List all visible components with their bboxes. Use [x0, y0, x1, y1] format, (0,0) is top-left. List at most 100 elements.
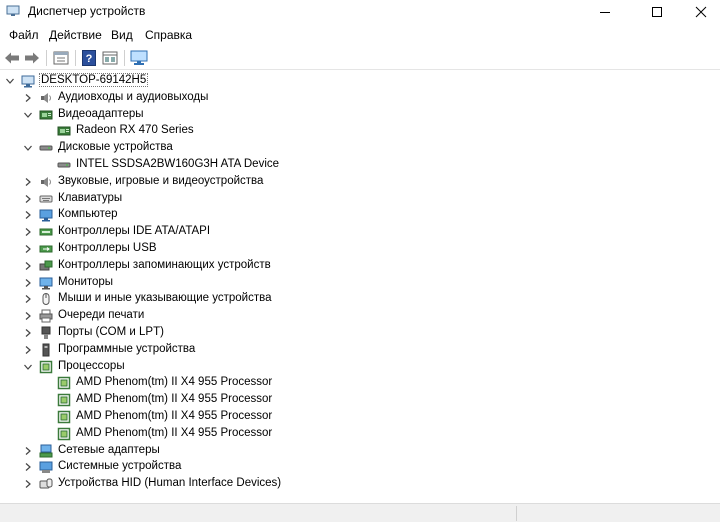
disk-drive-icon	[57, 162, 71, 168]
chevron-right-icon[interactable]	[22, 344, 34, 356]
system-device-icon	[39, 461, 53, 474]
maximize-button[interactable]	[634, 0, 680, 24]
tree-category[interactable]: Компьютер	[0, 207, 720, 224]
back-button[interactable]	[3, 49, 21, 67]
tree-category[interactable]: Мониторы	[0, 275, 720, 292]
properties-button[interactable]	[52, 49, 70, 67]
tree-device-label: INTEL SSDSA2BW160G3H ATA Device	[76, 158, 280, 170]
tree-device[interactable]: INTEL SSDSA2BW160G3H ATA Device	[0, 157, 720, 174]
tree-category[interactable]: Видеоадаптеры	[0, 107, 720, 124]
tree-category[interactable]: Системные устройства	[0, 459, 720, 476]
display-adapter-icon	[57, 126, 71, 136]
tree-device-label: AMD Phenom(tm) II X4 955 Processor	[76, 426, 273, 439]
tree-category[interactable]: Порты (COM и LPT)	[0, 325, 720, 342]
back-arrow-icon	[5, 52, 19, 64]
chevron-right-icon[interactable]	[22, 226, 34, 238]
chevron-down-icon[interactable]	[22, 142, 34, 154]
forward-button[interactable]	[23, 49, 41, 67]
chevron-right-icon[interactable]	[22, 461, 34, 473]
tree-category-label: Клавиатуры	[58, 191, 123, 204]
help-button[interactable]: ?	[80, 49, 98, 67]
tree-category[interactable]: Клавиатуры	[0, 191, 720, 208]
tree-category[interactable]: Очереди печати	[0, 308, 720, 325]
tree-category[interactable]: Мыши и иные указывающие устройства	[0, 291, 720, 308]
tree-device[interactable]: AMD Phenom(tm) II X4 955 Processor	[0, 426, 720, 443]
tree-device[interactable]: AMD Phenom(tm) II X4 955 Processor	[0, 375, 720, 392]
tree-category-label: Процессоры	[58, 359, 125, 372]
processor-icon	[57, 427, 71, 441]
tree-device-label: AMD Phenom(tm) II X4 955 Processor	[76, 393, 273, 406]
chevron-right-icon[interactable]	[22, 293, 34, 305]
keyboard-icon	[39, 195, 53, 203]
menu-help[interactable]: Справка	[145, 28, 192, 42]
chevron-down-icon[interactable]	[22, 109, 34, 121]
tree-category[interactable]: Сетевые адаптеры	[0, 443, 720, 460]
tree-device-label: AMD Phenom(tm) II X4 955 Processor	[76, 410, 273, 422]
menu-view[interactable]: Вид	[111, 28, 133, 42]
tree-root[interactable]: DESKTOP-69142H5	[0, 73, 720, 90]
chevron-right-icon[interactable]	[22, 310, 34, 322]
toolbar-separator	[124, 50, 125, 66]
tree-device[interactable]: AMD Phenom(tm) II X4 955 Processor	[0, 409, 720, 426]
tree-root-label: DESKTOP-69142H5	[38, 73, 149, 87]
network-adapter-icon	[39, 444, 53, 458]
tree-category-label: Компьютер	[58, 208, 118, 221]
chevron-right-icon[interactable]	[22, 277, 34, 289]
toolbar-separator	[46, 50, 47, 66]
tree-category[interactable]: Дисковые устройства	[0, 140, 720, 157]
printer-icon	[39, 309, 53, 323]
view-button[interactable]	[101, 49, 119, 67]
tree-category-label: Контроллеры IDE ATA/ATAPI	[58, 225, 211, 238]
processor-icon	[57, 377, 71, 390]
minimize-icon	[600, 12, 610, 13]
tree-category-label: Контроллеры USB	[58, 242, 157, 254]
menu-action[interactable]: Действие	[49, 28, 102, 42]
tree-category-label: Порты (COM и LPT)	[58, 326, 164, 338]
speaker-icon	[41, 92, 51, 103]
monitor-icon	[39, 277, 53, 290]
chevron-right-icon[interactable]	[22, 260, 34, 272]
svg-text:?: ?	[86, 53, 93, 65]
mouse-icon	[42, 293, 50, 306]
toolbar-separator	[75, 50, 76, 66]
processor-icon	[57, 410, 71, 424]
chevron-down-icon[interactable]	[4, 75, 16, 87]
chevron-right-icon[interactable]	[22, 327, 34, 339]
tree-category-label: Контроллеры запоминающих устройств	[58, 258, 271, 271]
tree-category[interactable]: Контроллеры IDE ATA/ATAPI	[0, 224, 720, 241]
usb-icon	[39, 245, 53, 253]
tree-category[interactable]: Контроллеры запоминающих устройств	[0, 258, 720, 275]
chevron-right-icon[interactable]	[22, 209, 34, 221]
computer-root-icon	[21, 75, 35, 88]
tree-category[interactable]: Аудиовходы и аудиовыходы	[0, 90, 720, 107]
status-panel-divider	[516, 506, 517, 521]
scan-hardware-button[interactable]	[130, 49, 148, 67]
tree-category[interactable]: Устройства HID (Human Interface Devices)	[0, 476, 720, 493]
chevron-down-icon[interactable]	[22, 361, 34, 373]
tree-category-label: Системные устройства	[58, 460, 182, 473]
tree-category-label: Звуковые, игровые и видеоустройства	[58, 174, 264, 187]
chevron-right-icon[interactable]	[22, 193, 34, 205]
chevron-right-icon[interactable]	[22, 478, 34, 490]
menu-file[interactable]: Файл	[9, 28, 39, 42]
tree-device-label: Radeon RX 470 Series	[76, 124, 194, 137]
chevron-right-icon[interactable]	[22, 92, 34, 104]
tree-category[interactable]: Процессоры	[0, 359, 720, 376]
tree-category-label: Очереди печати	[58, 309, 145, 322]
port-icon	[41, 326, 51, 339]
tree-device[interactable]: Radeon RX 470 Series	[0, 123, 720, 140]
tree-category[interactable]: Контроллеры USB	[0, 241, 720, 258]
device-tree[interactable]: DESKTOP-69142H5 Аудиовходы и аудиовыходы В…	[0, 73, 720, 503]
close-button[interactable]	[678, 0, 720, 24]
chevron-right-icon[interactable]	[22, 243, 34, 255]
tree-category-label: Аудиовходы и аудиовыходы	[58, 90, 209, 103]
chevron-right-icon[interactable]	[22, 445, 34, 457]
tree-device[interactable]: AMD Phenom(tm) II X4 955 Processor	[0, 392, 720, 409]
tree-category[interactable]: Программные устройства	[0, 342, 720, 359]
chevron-right-icon[interactable]	[22, 176, 34, 188]
tree-category[interactable]: Звуковые, игровые и видеоустройства	[0, 174, 720, 191]
tree-category-label: Программные устройства	[58, 342, 196, 355]
minimize-button[interactable]	[582, 0, 628, 24]
tree-category-label: Устройства HID (Human Interface Devices)	[58, 477, 282, 490]
status-bar	[0, 503, 720, 522]
